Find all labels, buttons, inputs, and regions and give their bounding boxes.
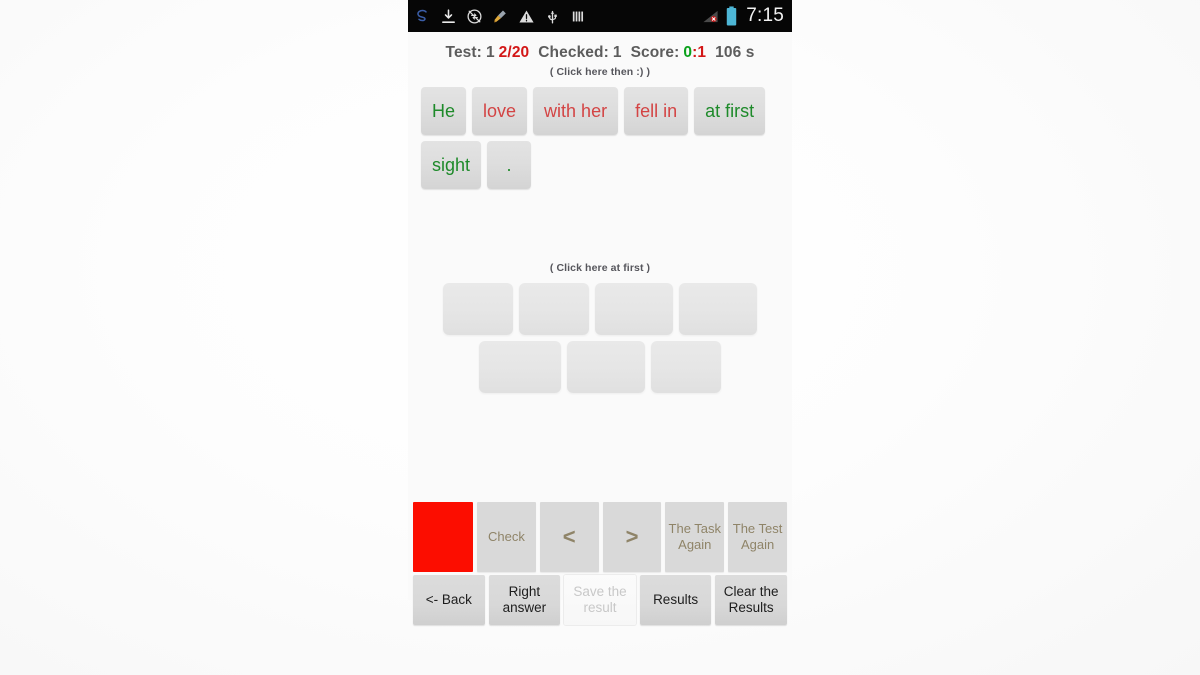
previous-button[interactable]: < (539, 502, 599, 572)
next-button[interactable]: > (602, 502, 662, 572)
primary-button-row: Check < > The Task Again The Test Again (413, 502, 787, 572)
status-bar-clock: 7:15 (746, 5, 784, 26)
answer-slot-row-1 (408, 283, 792, 335)
word-tile-label: at first (705, 101, 755, 121)
word-tile[interactable]: fell in (624, 87, 689, 135)
download-icon (440, 8, 457, 25)
answer-slot[interactable] (679, 283, 757, 335)
phone-screen: 7:15 Test: 1 2/20 Checked: 1 Score: 0:1 106 s (… (408, 0, 792, 625)
button-label: Check (487, 528, 525, 544)
test-label: Test: (445, 44, 482, 61)
results-button[interactable]: Results (639, 575, 712, 625)
app-content: Test: 1 2/20 Checked: 1 Score: 0:1 106 s ( Clic… (408, 32, 792, 625)
check-button[interactable]: Check (477, 502, 536, 572)
button-label: Clear the Results (723, 583, 779, 615)
elapsed-time: 106 s (715, 44, 755, 61)
word-tile[interactable]: He (421, 87, 467, 135)
warning-icon (518, 8, 535, 25)
right-answer-button[interactable]: Right answer (488, 575, 561, 625)
button-label: The Test Again (732, 520, 783, 552)
button-label: Save the result (573, 583, 627, 615)
word-tile-label: with her (544, 101, 608, 121)
clear-results-button[interactable]: Clear the Results (715, 575, 787, 625)
word-tile-label: sight (432, 155, 471, 175)
signal-no-service-icon (702, 8, 719, 25)
status-bar-notification-icons (414, 8, 702, 25)
answer-slot[interactable] (443, 283, 513, 335)
button-label: The Task Again (668, 520, 722, 552)
word-tile-label: He (432, 101, 456, 121)
checked-value: 1 (612, 44, 622, 61)
button-label: Right answer (502, 583, 547, 615)
save-result-button: Save the result (564, 575, 636, 625)
battery-icon (725, 6, 738, 26)
test-again-button[interactable]: The Test Again (728, 502, 787, 572)
button-label: > (625, 524, 639, 550)
word-tile[interactable]: at first (694, 87, 766, 135)
s-logo-icon (414, 8, 431, 25)
score-line: Test: 1 2/20 Checked: 1 Score: 0:1 106 s (408, 44, 792, 62)
test-number: 1 (485, 44, 495, 61)
secondary-button-row: <- Back Right answer Save the result Result… (413, 575, 787, 625)
sync-disabled-icon (466, 8, 483, 25)
answer-slot-row-2 (408, 341, 792, 393)
word-tiles-area: He love with her fell in at first sight. (408, 87, 792, 189)
score-correct: 0 (683, 44, 693, 61)
answer-slot[interactable] (567, 341, 645, 393)
word-tile-label: love (483, 101, 517, 121)
answer-slot[interactable] (479, 341, 561, 393)
answer-slot[interactable] (519, 283, 589, 335)
android-status-bar: 7:15 (408, 0, 792, 32)
usb-icon (544, 8, 561, 25)
button-label: < (562, 524, 576, 550)
score-incorrect: 1 (697, 44, 707, 61)
answer-drop-zone: ( Click here at first ) (408, 262, 792, 393)
word-tile[interactable]: love (472, 87, 528, 135)
word-tile[interactable]: . (487, 141, 532, 189)
progress-total: /20 (507, 44, 530, 61)
checked-label: Checked: (538, 44, 609, 61)
answer-slot[interactable] (595, 283, 673, 335)
task-again-button[interactable]: The Task Again (665, 502, 725, 572)
header: Test: 1 2/20 Checked: 1 Score: 0:1 106 s ( Clic… (408, 32, 792, 78)
score-label: Score: (630, 44, 680, 61)
vpn-bars-icon (570, 8, 587, 25)
word-tile-label: fell in (635, 101, 678, 121)
status-indicator-button[interactable] (413, 502, 473, 572)
back-button[interactable]: <- Back (413, 575, 485, 625)
button-label: <- Back (425, 591, 472, 607)
word-tile-label: . (506, 155, 512, 175)
broom-cleaner-icon (492, 8, 509, 25)
status-bar-system-icons: 7:15 (702, 5, 784, 27)
top-hint-text[interactable]: ( Click here then :) ) (408, 66, 792, 78)
word-tile[interactable]: with her (533, 87, 619, 135)
word-tile[interactable]: sight (421, 141, 482, 189)
bottom-hint-text[interactable]: ( Click here at first ) (408, 262, 792, 274)
answer-slot[interactable] (651, 341, 721, 393)
button-label: Results (653, 591, 699, 607)
